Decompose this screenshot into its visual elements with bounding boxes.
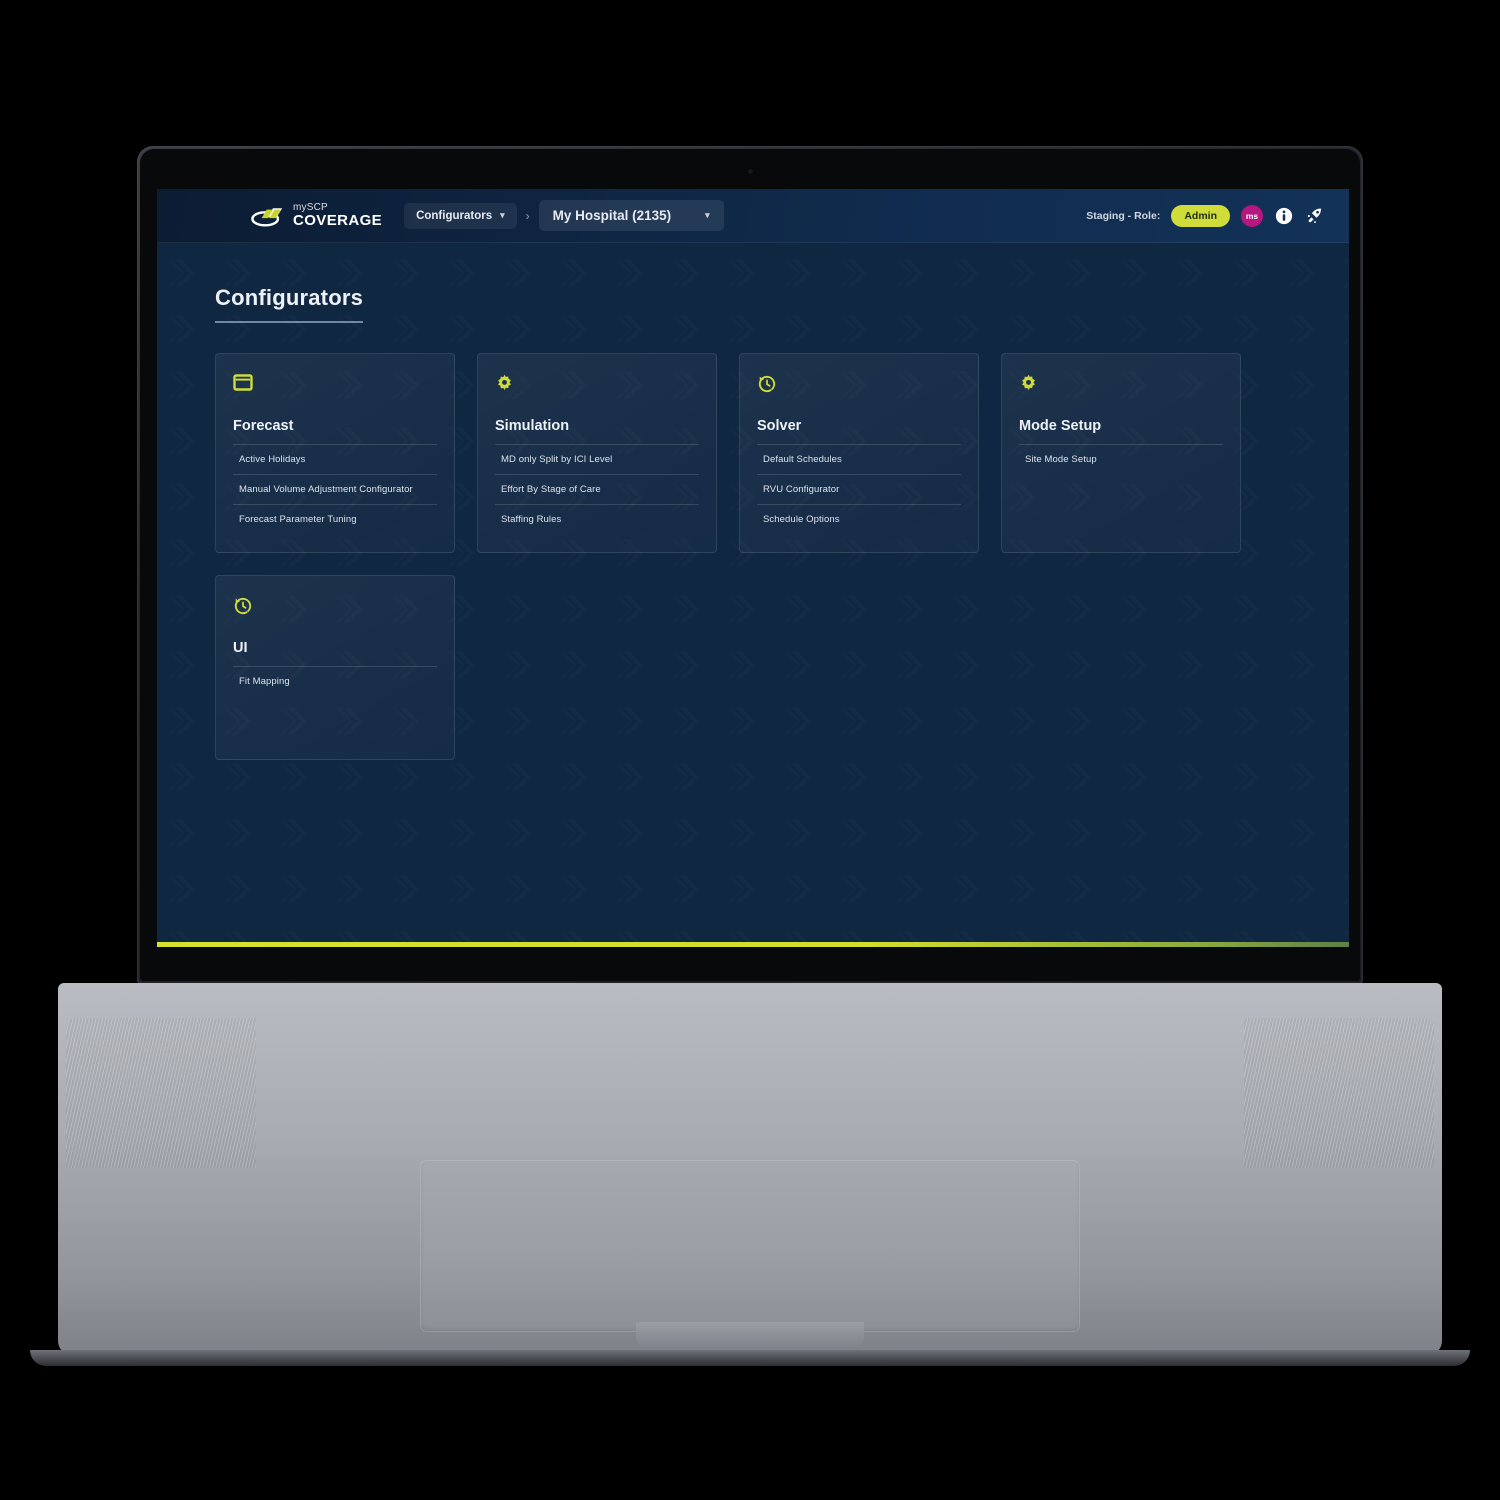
card-title: Solver xyxy=(757,418,802,434)
card-solver[interactable]: Solver Default Schedules RVU Configurato… xyxy=(739,353,979,553)
breadcrumb-site-label: My Hospital (2135) xyxy=(552,208,672,223)
chevron-down-icon: ▾ xyxy=(705,210,710,220)
avatar[interactable]: ms xyxy=(1241,204,1263,227)
app-header: mySCP COVERAGE Configurators ▾ › My Hosp… xyxy=(157,189,1349,243)
history-clock-icon xyxy=(233,596,255,618)
speaker-grille-left xyxy=(66,1018,256,1168)
brand-bottom-label: COVERAGE xyxy=(293,212,383,229)
list-item[interactable]: Effort By Stage of Care xyxy=(495,474,699,504)
laptop-mockup: mySCP COVERAGE Configurators ▾ › My Hosp… xyxy=(0,0,1500,1500)
card-item-list: MD only Split by ICI Level Effort By Sta… xyxy=(495,444,699,534)
trackpad[interactable] xyxy=(420,1160,1080,1332)
card-title: UI xyxy=(233,640,248,656)
card-item-list: Default Schedules RVU Configurator Sched… xyxy=(757,444,961,534)
role-badge[interactable]: Admin xyxy=(1171,204,1230,227)
speaker-grille-right xyxy=(1244,1018,1434,1168)
brand-text: mySCP COVERAGE xyxy=(293,203,383,229)
breadcrumb-section-chip[interactable]: Configurators ▾ xyxy=(404,202,517,229)
laptop-bottom-edge xyxy=(30,1350,1470,1366)
card-item-list: Site Mode Setup xyxy=(1019,444,1223,474)
list-item[interactable]: Active Holidays xyxy=(233,444,437,474)
gear-icon xyxy=(1019,374,1041,396)
list-item[interactable]: RVU Configurator xyxy=(757,474,961,504)
lid-inner-bezel: mySCP COVERAGE Configurators ▾ › My Hosp… xyxy=(140,149,1360,981)
configurator-card-grid: Forecast Active Holidays Manual Volume A… xyxy=(215,353,1291,760)
chevron-down-icon: ▾ xyxy=(500,210,505,220)
card-title: Forecast xyxy=(233,418,294,434)
breadcrumb: Configurators ▾ › My Hospital (2135) ▾ xyxy=(404,200,724,231)
list-item[interactable]: Schedule Options xyxy=(757,504,961,534)
card-mode-setup[interactable]: Mode Setup Site Mode Setup xyxy=(1001,353,1241,553)
list-item[interactable]: MD only Split by ICI Level xyxy=(495,444,699,474)
list-item[interactable]: Fit Mapping xyxy=(233,666,437,696)
app-viewport: mySCP COVERAGE Configurators ▾ › My Hosp… xyxy=(157,189,1349,947)
chevron-right-icon: › xyxy=(525,208,530,223)
list-item[interactable]: Manual Volume Adjustment Configurator xyxy=(233,474,437,504)
gear-icon xyxy=(495,374,517,396)
coverage-swoosh-logo-icon xyxy=(251,207,283,227)
role-label: Staging - Role: xyxy=(1086,209,1161,222)
card-ui[interactable]: UI Fit Mapping xyxy=(215,575,455,760)
history-clock-icon xyxy=(757,374,779,396)
webcam xyxy=(748,169,753,174)
lid-open-notch xyxy=(636,1322,864,1348)
laptop-lid: mySCP COVERAGE Configurators ▾ › My Hosp… xyxy=(137,146,1363,984)
laptop-screen: mySCP COVERAGE Configurators ▾ › My Hosp… xyxy=(157,189,1349,947)
screenshot-stage: mySCP COVERAGE Configurators ▾ › My Hosp… xyxy=(0,0,1500,1500)
rocket-icon[interactable] xyxy=(1305,206,1325,226)
brand-logo[interactable]: mySCP COVERAGE xyxy=(251,203,382,228)
info-circle-icon[interactable] xyxy=(1274,206,1294,226)
bottom-accent-bar xyxy=(157,942,1349,947)
list-item[interactable]: Site Mode Setup xyxy=(1019,444,1223,474)
list-item[interactable]: Staffing Rules xyxy=(495,504,699,534)
window-rectangle-icon xyxy=(233,374,255,396)
breadcrumb-site-chip[interactable]: My Hospital (2135) ▾ xyxy=(538,200,724,231)
card-title: Mode Setup xyxy=(1019,418,1102,434)
list-item[interactable]: Default Schedules xyxy=(757,444,961,474)
card-item-list: Fit Mapping xyxy=(233,666,437,696)
card-simulation[interactable]: Simulation MD only Split by ICI Level Ef… xyxy=(477,353,717,553)
page-title: Configurators xyxy=(215,285,364,323)
header-right-cluster: Staging - Role: Admin ms xyxy=(1086,204,1325,227)
card-title: Simulation xyxy=(495,418,570,434)
list-item[interactable]: Forecast Parameter Tuning xyxy=(233,504,437,534)
card-forecast[interactable]: Forecast Active Holidays Manual Volume A… xyxy=(215,353,455,553)
card-item-list: Active Holidays Manual Volume Adjustment… xyxy=(233,444,437,534)
main-content: Configurators Forecast Active Holidays M… xyxy=(157,243,1349,947)
breadcrumb-section-label: Configurators xyxy=(416,209,493,222)
